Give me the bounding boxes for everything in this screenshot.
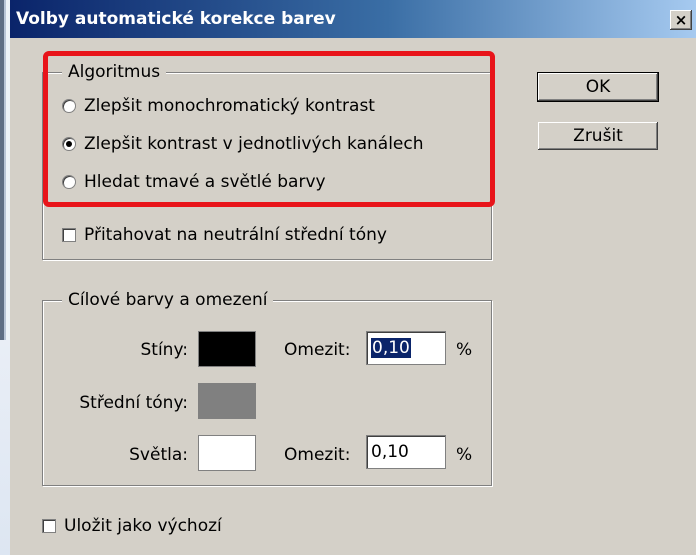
shadows-label: Stíny: xyxy=(140,340,188,360)
highlights-label: Světla: xyxy=(129,445,188,465)
radio-monochromatic-contrast[interactable]: Zlepšit monochromatický kontrast xyxy=(62,96,375,116)
radio-per-channel-contrast[interactable]: Zlepšit kontrast v jednotlivých kanálech xyxy=(62,134,424,154)
highlights-unit: % xyxy=(456,445,473,465)
cancel-button[interactable]: Zrušit xyxy=(538,122,658,150)
checkbox-label: Uložit jako výchozí xyxy=(64,516,222,536)
midtones-label: Střední tóny: xyxy=(79,393,188,413)
shadows-clip-input[interactable]: 0,10 xyxy=(366,331,446,365)
radio-label: Zlepšit kontrast v jednotlivých kanálech xyxy=(84,134,424,154)
background-window-edge xyxy=(0,0,10,555)
shadows-unit: % xyxy=(456,340,473,360)
close-icon: × xyxy=(674,10,688,29)
radio-label: Hledat tmavé a světlé barvy xyxy=(84,172,326,192)
shadows-clip-value: 0,10 xyxy=(371,338,411,358)
radio-button-selected[interactable] xyxy=(62,137,76,151)
radio-button[interactable] xyxy=(62,99,76,113)
ok-button[interactable]: OK xyxy=(537,72,659,102)
title-bar[interactable]: Volby automatické korekce barev × xyxy=(10,0,696,38)
highlights-clip-input[interactable]: 0,10 xyxy=(366,435,446,469)
highlights-clip-value: 0,10 xyxy=(371,442,409,462)
algorithm-legend: Algoritmus xyxy=(62,62,167,82)
auto-color-correction-dialog: Volby automatické korekce barev × Algori… xyxy=(10,0,696,555)
shadows-color-swatch[interactable] xyxy=(198,331,256,367)
target-colors-legend: Cílové barvy a omezení xyxy=(62,290,274,310)
radio-label: Zlepšit monochromatický kontrast xyxy=(84,96,375,116)
highlights-color-swatch[interactable] xyxy=(198,435,256,471)
radio-button[interactable] xyxy=(62,175,76,189)
cancel-label: Zrušit xyxy=(573,126,623,146)
ok-label: OK xyxy=(585,77,611,97)
checkbox[interactable] xyxy=(42,519,56,533)
dialog-title: Volby automatické korekce barev xyxy=(16,9,336,29)
snap-neutral-midtones-checkbox[interactable]: Přitahovat na neutrální střední tóny xyxy=(62,225,387,245)
close-button[interactable]: × xyxy=(670,10,692,30)
highlights-clip-label: Omezit: xyxy=(284,445,351,465)
checkbox-label: Přitahovat na neutrální střední tóny xyxy=(84,225,387,245)
save-as-default-checkbox[interactable]: Uložit jako výchozí xyxy=(42,516,222,536)
midtones-color-swatch[interactable] xyxy=(198,383,256,419)
radio-find-dark-light[interactable]: Hledat tmavé a světlé barvy xyxy=(62,172,326,192)
checkbox[interactable] xyxy=(62,228,76,242)
shadows-clip-label: Omezit: xyxy=(284,340,351,360)
